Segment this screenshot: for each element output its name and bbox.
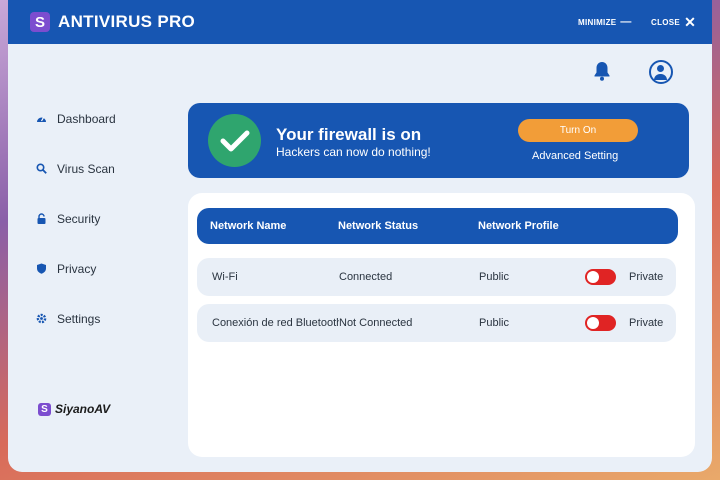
column-header-network-profile: Network Profile [478, 220, 559, 232]
firewall-status-subtitle: Hackers can now do nothing! [276, 145, 431, 159]
table-header: Network Name Network Status Network Prof… [197, 208, 678, 244]
network-profile: Public [479, 317, 509, 329]
dashboard-icon [36, 113, 47, 124]
advanced-setting-link[interactable]: Advanced Setting [532, 150, 618, 162]
lock-icon [36, 213, 47, 224]
network-status: Not Connected [339, 317, 415, 329]
user-avatar-icon[interactable] [649, 60, 673, 84]
close-label: CLOSE [651, 17, 681, 27]
brand-footer: S SiyanoAV [38, 402, 110, 416]
header-actions [591, 60, 673, 84]
gear-icon [36, 313, 47, 324]
close-button[interactable]: CLOSE ✕ [651, 0, 696, 44]
sidebar-item-settings[interactable]: Settings [36, 312, 186, 362]
minus-icon: — [620, 16, 632, 28]
firewall-status-banner: Your firewall is on Hackers can now do n… [188, 103, 689, 178]
toggle-label: Private [629, 271, 664, 283]
minimize-label: MINIMIZE [578, 17, 617, 27]
sidebar-item-virus-scan[interactable]: Virus Scan [36, 162, 186, 212]
private-toggle[interactable] [585, 269, 616, 285]
sidebar-item-label: Security [57, 212, 101, 226]
sidebar-item-security[interactable]: Security [36, 212, 186, 262]
private-toggle[interactable] [585, 315, 616, 331]
firewall-status-title: Your firewall is on [276, 125, 422, 144]
network-status: Connected [339, 271, 395, 283]
table-row: Wi-Fi Connected Public Private [197, 258, 676, 296]
sidebar-item-dashboard[interactable]: Dashboard [36, 112, 186, 162]
brand-name: SiyanoAV [55, 402, 111, 416]
sidebar-item-label: Dashboard [57, 112, 116, 126]
sidebar: Dashboard Virus Scan Security Privacy Se… [36, 112, 186, 362]
bell-icon[interactable] [591, 60, 613, 82]
brand-logo: S [38, 402, 51, 416]
toggle-knob [587, 317, 599, 329]
network-name: Wi-Fi [212, 271, 238, 283]
app-logo: S [30, 12, 50, 32]
app-title: ANTIVIRUS PRO [58, 12, 196, 31]
network-name: Conexión de red Bluetooth [212, 317, 343, 329]
sidebar-item-label: Virus Scan [57, 162, 115, 176]
app-window: S ANTIVIRUS PRO MINIMIZE — CLOSE ✕ Dashb… [8, 0, 712, 472]
minimize-button[interactable]: MINIMIZE — [578, 0, 632, 44]
toggle-knob [587, 271, 599, 283]
sidebar-item-label: Settings [57, 312, 101, 326]
search-icon [36, 163, 47, 174]
close-icon: ✕ [684, 13, 697, 30]
sidebar-item-label: Privacy [57, 262, 97, 276]
column-header-network-status: Network Status [338, 220, 419, 232]
network-profile: Public [479, 271, 509, 283]
checkmark-icon [208, 114, 261, 167]
table-row: Conexión de red Bluetooth Not Connected … [197, 304, 676, 342]
shield-icon [36, 263, 47, 274]
title-bar: S ANTIVIRUS PRO MINIMIZE — CLOSE ✕ [8, 0, 712, 44]
sidebar-item-privacy[interactable]: Privacy [36, 262, 186, 312]
network-table-panel: Network Name Network Status Network Prof… [188, 193, 695, 457]
column-header-network-name: Network Name [210, 220, 287, 232]
toggle-label: Private [629, 317, 664, 329]
turn-on-button[interactable]: Turn On [518, 119, 638, 142]
